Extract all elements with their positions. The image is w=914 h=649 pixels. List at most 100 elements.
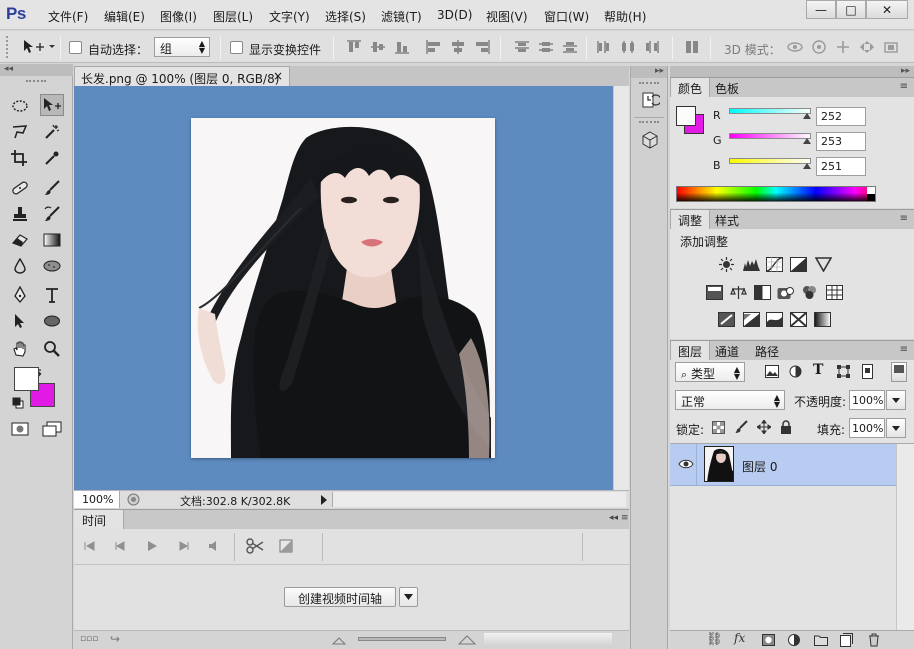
render-video-icon[interactable]: ↪ (110, 632, 120, 646)
menu-image[interactable]: 图像(I) (160, 8, 197, 25)
vertical-scrollbar[interactable] (613, 86, 629, 490)
levels-icon[interactable] (743, 257, 760, 272)
healing-brush-tool[interactable] (8, 177, 32, 199)
color-spectrum-ramp[interactable] (676, 186, 876, 202)
type-tool[interactable] (40, 284, 64, 306)
menu-edit[interactable]: 编辑(E) (104, 8, 145, 25)
opacity-slider-button[interactable] (886, 390, 906, 410)
eraser-tool[interactable] (8, 229, 32, 251)
red-slider[interactable] (729, 108, 811, 114)
horizontal-scrollbar[interactable] (332, 492, 626, 507)
quick-mask-button[interactable] (8, 418, 32, 440)
history-brush-tool[interactable] (40, 203, 64, 225)
color-balance-icon[interactable] (730, 285, 747, 300)
menu-filter[interactable]: 滤镜(T) (381, 8, 422, 25)
split-scissors-icon[interactable] (246, 538, 264, 554)
zoom-level[interactable]: 100% (74, 491, 120, 508)
distribute-top-icon[interactable] (514, 40, 530, 54)
slider-thumb-icon[interactable] (803, 163, 811, 169)
delete-layer-trash-icon[interactable] (868, 633, 880, 647)
filter-type-icon[interactable]: T (813, 362, 823, 378)
menu-3d[interactable]: 3D(D) (437, 8, 472, 22)
new-layer-icon[interactable] (840, 633, 853, 647)
panel-menu-icon[interactable]: ◂◂ ≡ (609, 513, 628, 523)
maximize-button[interactable]: □ (836, 0, 866, 19)
filter-smart-object-icon[interactable] (862, 364, 873, 379)
audio-icon[interactable] (208, 540, 220, 552)
expand-right-icon[interactable] (319, 494, 329, 506)
distribute-left-icon[interactable] (596, 40, 612, 54)
screen-mode-button[interactable] (40, 418, 64, 440)
exposure-icon[interactable] (790, 257, 807, 272)
tab-layers[interactable]: 图层 (670, 341, 711, 361)
tab-channels[interactable]: 通道 (708, 341, 746, 361)
gradient-map-icon[interactable] (814, 312, 831, 327)
tab-swatches[interactable]: 色板 (708, 78, 746, 98)
3d-slide-icon[interactable] (858, 40, 876, 54)
prev-frame-icon[interactable] (114, 540, 126, 552)
black-swatch[interactable] (867, 194, 875, 201)
photo-filter-icon[interactable] (777, 285, 794, 300)
next-frame-icon[interactable] (178, 540, 190, 552)
menu-type[interactable]: 文字(Y) (269, 8, 310, 25)
posterize-icon[interactable] (743, 312, 760, 327)
lock-all-icon[interactable] (780, 420, 792, 434)
show-transform-checkbox[interactable] (230, 41, 243, 54)
tab-styles[interactable]: 样式 (708, 210, 746, 230)
add-mask-icon[interactable] (762, 634, 775, 646)
move-tool-preset-picker[interactable] (22, 39, 56, 55)
selective-color-icon[interactable] (790, 312, 807, 327)
vibrance-icon[interactable] (815, 257, 832, 272)
brush-tool[interactable] (40, 177, 64, 199)
link-layers-icon[interactable]: ⛓ (706, 632, 723, 647)
layer-name[interactable]: 图层 0 (742, 458, 777, 475)
panel-menu-icon[interactable]: ≡ (900, 344, 908, 355)
blue-slider[interactable] (729, 158, 811, 164)
distribute-hcenter-icon[interactable] (620, 40, 636, 54)
color-panel-fg-swatch[interactable] (676, 106, 696, 126)
panel-menu-icon[interactable]: ≡ (900, 81, 908, 92)
align-left-icon[interactable] (426, 40, 442, 54)
create-video-timeline-button[interactable]: 创建视频时间轴 (284, 587, 396, 607)
blur-tool[interactable] (8, 255, 32, 277)
close-tab-icon[interactable]: × (273, 69, 283, 83)
hand-tool[interactable] (8, 338, 32, 360)
collapse-dock-icon[interactable]: ▸▸ (901, 66, 910, 76)
opacity-field[interactable]: 100% (849, 390, 885, 410)
default-colors-icon[interactable] (12, 397, 24, 409)
quick-selection-tool[interactable] (40, 121, 64, 143)
curves-icon[interactable] (766, 257, 783, 272)
distribute-right-icon[interactable] (644, 40, 660, 54)
fill-field[interactable]: 100% (849, 418, 885, 438)
document-tab[interactable]: 长发.png @ 100% (图层 0, RGB/8) × (74, 66, 290, 86)
foreground-color-swatch[interactable] (14, 367, 39, 391)
align-right-icon[interactable] (474, 40, 490, 54)
new-group-folder-icon[interactable] (814, 634, 828, 646)
marquee-tool[interactable] (8, 95, 32, 117)
path-selection-tool[interactable] (8, 310, 32, 332)
frame-mode-icon[interactable]: ▫▫▫ (80, 634, 98, 644)
menu-select[interactable]: 选择(S) (325, 8, 366, 25)
sponge-tool[interactable] (40, 255, 64, 277)
zoom-in-mountain-icon[interactable] (458, 635, 476, 645)
timeline-zoom-slider[interactable] (358, 637, 446, 641)
panel-menu-icon[interactable]: ≡ (900, 213, 908, 224)
menu-layer[interactable]: 图层(L) (213, 8, 253, 25)
align-bottom-icon[interactable] (394, 40, 410, 54)
channel-mixer-icon[interactable] (801, 285, 818, 300)
menu-help[interactable]: 帮助(H) (604, 8, 646, 25)
eye-visibility-icon[interactable] (678, 458, 694, 470)
align-top-icon[interactable] (346, 40, 362, 54)
filter-toggle-switch[interactable] (891, 362, 907, 382)
menu-view[interactable]: 视图(V) (486, 8, 528, 25)
white-swatch[interactable] (867, 187, 875, 194)
new-adjustment-layer-icon[interactable] (788, 634, 800, 646)
hue-saturation-icon[interactable] (706, 285, 723, 300)
color-lookup-icon[interactable] (826, 285, 843, 300)
auto-select-dropdown[interactable]: 组 ▲ ▼ (154, 37, 210, 57)
menu-window[interactable]: 窗口(W) (544, 8, 589, 25)
collapse-icon[interactable]: ◂◂ (0, 64, 73, 76)
eyedropper-tool[interactable] (40, 147, 64, 169)
tab-adjustments[interactable]: 调整 (670, 210, 711, 230)
3d-pan-icon[interactable] (834, 40, 852, 54)
